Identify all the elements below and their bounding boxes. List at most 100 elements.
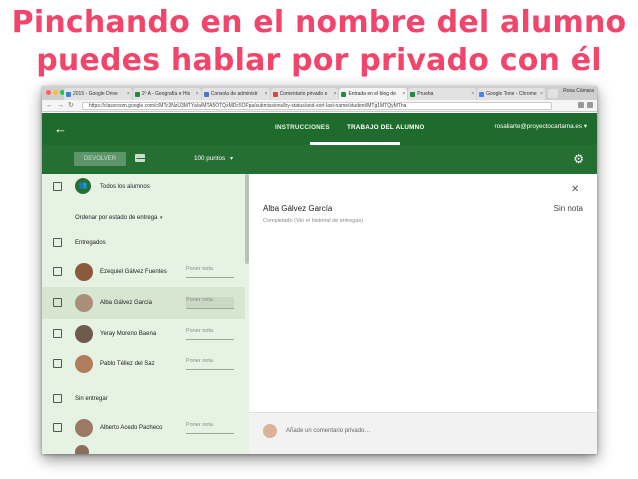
close-tab-icon[interactable]: × bbox=[127, 91, 130, 97]
avatar bbox=[263, 424, 277, 438]
browser-forward-icon[interactable]: → bbox=[57, 101, 64, 111]
tab-title: Prueba bbox=[417, 91, 434, 97]
browser-tab[interactable]: 2015 - Google Drive × bbox=[64, 88, 132, 100]
classroom-header: ← INSTRUCCIONES TRABAJO DEL ALUMNO rosal… bbox=[42, 113, 597, 145]
gear-icon[interactable]: ⚙ bbox=[573, 152, 584, 166]
student-row[interactable]: Pablo Téllez del Saz Poner nota bbox=[42, 348, 245, 380]
grade-input[interactable]: Poner nota bbox=[186, 266, 234, 278]
close-tab-icon[interactable]: × bbox=[540, 91, 543, 97]
student-checkbox[interactable] bbox=[53, 267, 62, 276]
student-row[interactable]: Yeray Moreno Baena Poner nota bbox=[42, 318, 245, 350]
favicon-icon bbox=[134, 91, 140, 97]
tab-title: Google Tone - Chrome bbox=[486, 91, 537, 97]
address-bar-row: ← → ↻ https://classroom.google.com/c/MTc… bbox=[42, 100, 597, 112]
favicon-icon bbox=[203, 91, 209, 97]
extension-icons bbox=[578, 102, 593, 108]
student-name[interactable]: Ezequiel Gálvez Fuentes bbox=[100, 269, 167, 275]
student-checkbox[interactable] bbox=[53, 423, 62, 432]
selected-student-name: Alba Gálvez García bbox=[263, 204, 333, 213]
browser-tab[interactable]: Google Tone - Chrome × bbox=[477, 88, 546, 100]
close-tab-icon[interactable]: × bbox=[265, 91, 268, 97]
chevron-down-icon[interactable]: ▾ bbox=[160, 215, 163, 221]
browser-tab[interactable]: Comentario privado e × bbox=[270, 88, 339, 100]
browser-back-icon[interactable]: ← bbox=[46, 101, 53, 111]
avatar bbox=[75, 294, 93, 312]
tab-title: Consola de administr bbox=[210, 91, 258, 97]
tab-student-work[interactable]: TRABAJO DEL ALUMNO bbox=[347, 124, 424, 131]
menu-icon[interactable] bbox=[587, 102, 593, 108]
student-checkbox[interactable] bbox=[53, 298, 62, 307]
tab-title: 2015 - Google Drive bbox=[73, 91, 118, 97]
favicon-icon bbox=[479, 91, 485, 97]
not-turned-in-group-label: Sin entregar bbox=[75, 396, 108, 402]
student-row-selected[interactable]: Alba Gálvez García Poner nota bbox=[42, 287, 245, 319]
grade-status: Sin nota bbox=[553, 204, 583, 213]
close-tab-icon[interactable]: × bbox=[334, 91, 337, 97]
profile-name[interactable]: Rosa Cámara bbox=[563, 88, 594, 94]
tab-title: 2º A - Geografía e His bbox=[141, 91, 191, 97]
grade-input[interactable]: Poner nota bbox=[186, 422, 234, 434]
browser-tab[interactable]: Consola de administr × bbox=[201, 88, 270, 100]
new-tab-button[interactable] bbox=[548, 89, 558, 98]
chevron-down-icon[interactable]: ▾ bbox=[230, 155, 233, 162]
student-row[interactable]: Ezequiel Gálvez Fuentes Poner nota bbox=[42, 256, 245, 288]
grade-input[interactable]: Poner nota bbox=[186, 328, 234, 340]
account-menu[interactable]: rosaliarte@proyectocartama.es ▾ bbox=[494, 123, 587, 130]
close-window-button[interactable] bbox=[46, 90, 51, 95]
minimize-window-button[interactable] bbox=[53, 90, 58, 95]
student-row[interactable]: Alberto Acedo Pacheco Poner nota bbox=[42, 412, 245, 444]
close-tab-icon[interactable]: × bbox=[471, 91, 474, 97]
avatar bbox=[75, 419, 93, 437]
submission-status[interactable]: Completado (Ver el historial de entregas… bbox=[263, 218, 363, 224]
avatar bbox=[75, 445, 89, 454]
favicon-icon bbox=[410, 91, 416, 97]
url-field[interactable]: https://classroom.google.com/c/MTc3NzU3M… bbox=[82, 102, 552, 110]
student-name[interactable]: Alberto Acedo Pacheco bbox=[100, 425, 162, 431]
group-icon: 👥 bbox=[75, 178, 91, 194]
extension-icon[interactable] bbox=[578, 102, 584, 108]
student-name[interactable]: Pablo Téllez del Saz bbox=[100, 361, 155, 367]
tab-instructions[interactable]: INSTRUCCIONES bbox=[275, 124, 330, 131]
sort-dropdown[interactable]: Ordenar por estado de entrega bbox=[75, 215, 157, 221]
grade-input[interactable]: Poner nota bbox=[186, 297, 234, 309]
headline-line-1: Pinchando en el nombre del alumno bbox=[11, 5, 627, 40]
student-detail-panel: ✕ Alba Gálvez García Sin nota Completado… bbox=[249, 174, 597, 454]
turned-in-group-checkbox[interactable] bbox=[53, 238, 62, 247]
private-comment-input[interactable]: Añade un comentario privado… bbox=[286, 428, 370, 434]
email-icon[interactable] bbox=[135, 154, 145, 162]
close-icon[interactable]: ✕ bbox=[571, 184, 579, 195]
user-email: rosaliarte@proyectocartama.es bbox=[494, 123, 583, 130]
avatar bbox=[75, 263, 93, 281]
avatar bbox=[75, 325, 93, 343]
not-turned-in-group-checkbox[interactable] bbox=[53, 394, 62, 403]
slide: Pinchando en el nombre del alumno puedes… bbox=[0, 0, 638, 479]
tab-title: Entrada en el blog de bbox=[348, 91, 396, 97]
arrow-back-icon[interactable]: ← bbox=[54, 121, 67, 137]
return-button[interactable]: DEVOLVER bbox=[74, 152, 126, 166]
nav-buttons: ← → ↻ bbox=[46, 101, 74, 111]
favicon-icon bbox=[66, 91, 71, 97]
close-tab-icon[interactable]: × bbox=[196, 91, 199, 97]
browser-screenshot: 2015 - Google Drive × 2º A - Geografía e H… bbox=[42, 86, 597, 454]
all-students-label[interactable]: Todos los alumnos bbox=[100, 184, 150, 190]
chevron-down-icon: ▾ bbox=[583, 123, 587, 130]
browser-tab[interactable]: Prueba × bbox=[408, 88, 477, 100]
points-dropdown[interactable]: 100 puntos bbox=[194, 155, 225, 162]
reload-icon[interactable]: ↻ bbox=[68, 101, 74, 111]
browser-tab[interactable]: 2º A - Geografía e His × bbox=[132, 88, 201, 100]
close-tab-icon[interactable]: × bbox=[402, 91, 405, 97]
grade-input[interactable]: Poner nota bbox=[186, 358, 234, 370]
student-name[interactable]: Alba Gálvez García bbox=[100, 300, 152, 306]
browser-tabs: 2015 - Google Drive × 2º A - Geografía e H… bbox=[64, 88, 546, 100]
student-checkbox[interactable] bbox=[53, 329, 62, 338]
browser-tab[interactable]: Entrada en el blog de × bbox=[339, 88, 408, 100]
student-name[interactable]: Yeray Moreno Baena bbox=[100, 331, 156, 337]
student-checkbox[interactable] bbox=[53, 359, 62, 368]
private-comment-bar: Añade un comentario privado… bbox=[249, 412, 597, 454]
tab-strip: 2015 - Google Drive × 2º A - Geografía e H… bbox=[42, 86, 597, 100]
favicon-icon bbox=[272, 91, 278, 97]
select-all-checkbox[interactable] bbox=[53, 182, 62, 191]
window-controls bbox=[46, 90, 65, 95]
headline-line-2: puedes hablar por privado con él bbox=[36, 43, 602, 78]
turned-in-group-label: Entregados bbox=[75, 240, 106, 246]
